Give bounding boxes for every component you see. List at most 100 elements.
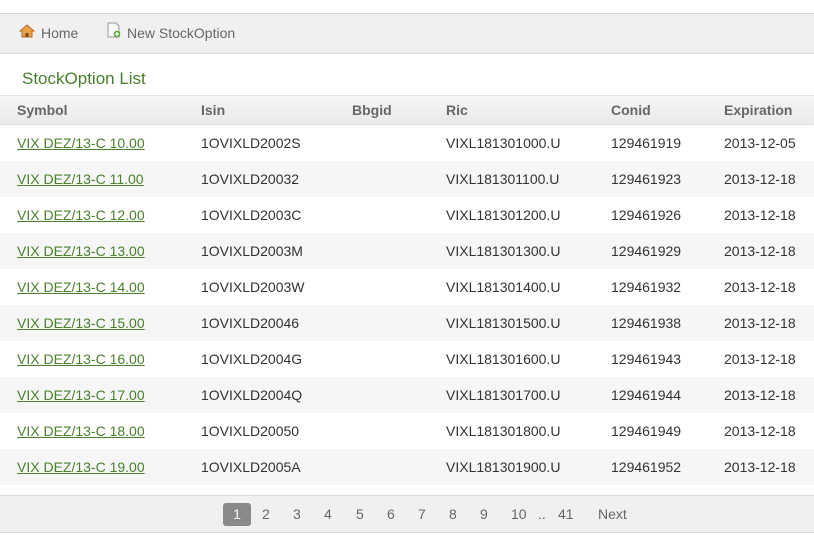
cell-expiration: 2013-12-18 — [724, 449, 814, 485]
cell-isin: 1OVIXLD20032 — [201, 161, 352, 197]
table-row: VIX DEZ/13-C 18.00 1OVIXLD20050 VIXL181301… — [0, 413, 814, 449]
page-link-8[interactable]: 8 — [449, 503, 457, 526]
cell-ric: VIXL181301800.U — [446, 423, 561, 439]
cell-conid: 129461923 — [611, 161, 724, 197]
cell-conid: 129461949 — [611, 423, 682, 439]
new-document-icon — [107, 14, 121, 53]
cell-bbgid — [352, 413, 446, 449]
cell-isin: 1OVIXLD2003C — [201, 207, 302, 223]
page-link-3[interactable]: 3 — [293, 503, 301, 526]
stockoption-table: Symbol Isin Bbgid Ric Conid Expiration V… — [0, 96, 814, 485]
cell-expiration: 2013-12-18 — [724, 207, 796, 223]
cell-expiration: 2013-12-18 — [724, 423, 796, 439]
symbol-link[interactable]: VIX DEZ/13-C 16.00 — [17, 351, 145, 367]
symbol-link[interactable]: VIX DEZ/13-C 13.00 — [17, 243, 145, 259]
column-header-isin[interactable]: Isin — [201, 96, 352, 125]
page-link-7[interactable]: 7 — [418, 503, 426, 526]
cell-isin: 1OVIXLD2005A — [201, 449, 352, 485]
cell-symbol: VIX DEZ/13-C 19.00 — [0, 449, 201, 485]
home-link[interactable]: Home — [18, 14, 78, 53]
pagination-bar: 1 2 3 4 5 6 7 8 9 10 .. 41 Next — [0, 495, 814, 533]
page-link-last[interactable]: 41 — [558, 503, 574, 526]
cell-conid: 129461944 — [611, 377, 724, 413]
cell-ric: VIXL181301700.U — [446, 377, 611, 413]
cell-bbgid — [352, 161, 446, 197]
page-link-4[interactable]: 4 — [324, 503, 332, 526]
cell-symbol: VIX DEZ/13-C 17.00 — [0, 377, 201, 413]
table-header-row: Symbol Isin Bbgid Ric Conid Expiration — [0, 96, 814, 125]
table-row: VIX DEZ/13-C 13.00 1OVIXLD2003M VIXL181301… — [0, 233, 814, 269]
page-link-10[interactable]: 10 — [511, 503, 527, 526]
column-header-conid[interactable]: Conid — [611, 96, 724, 125]
cell-bbgid — [352, 341, 446, 377]
symbol-link[interactable]: VIX DEZ/13-C 12.00 — [17, 207, 145, 223]
cell-isin: 1OVIXLD2004Q — [201, 377, 352, 413]
cell-expiration: 2013-12-18 — [724, 351, 796, 367]
cell-expiration: 2013-12-18 — [724, 377, 814, 413]
page-current: 1 — [223, 503, 251, 526]
cell-expiration: 2013-12-18 — [724, 161, 814, 197]
cell-symbol: VIX DEZ/13-C 13.00 — [0, 233, 201, 269]
table-row: VIX DEZ/13-C 15.00 1OVIXLD20046 VIXL181301… — [0, 305, 814, 341]
new-stockoption-link[interactable]: New StockOption — [107, 14, 235, 53]
symbol-link[interactable]: VIX DEZ/13-C 19.00 — [17, 459, 145, 475]
cell-bbgid — [352, 305, 446, 341]
cell-bbgid — [352, 125, 446, 162]
cell-conid: 129461943 — [611, 351, 682, 367]
cell-isin: 1OVIXLD2002S — [201, 135, 301, 151]
column-header-ric[interactable]: Ric — [446, 96, 611, 125]
cell-expiration: 2013-12-18 — [724, 233, 814, 269]
cell-expiration: 2013-12-18 — [724, 279, 796, 295]
cell-bbgid — [352, 377, 446, 413]
table-row: VIX DEZ/13-C 19.00 1OVIXLD2005A VIXL181301… — [0, 449, 814, 485]
page-link-2[interactable]: 2 — [262, 503, 270, 526]
table-row: VIX DEZ/13-C 14.00 1OVIXLD2003W VIXL181301… — [0, 269, 814, 305]
cell-ric: VIXL181301600.U — [446, 351, 561, 367]
cell-ric: VIXL181301400.U — [446, 279, 561, 295]
table-row: VIX DEZ/13-C 10.00 1OVIXLD2002S VIXL181301… — [0, 125, 814, 162]
cell-bbgid — [352, 269, 446, 305]
page-link-6[interactable]: 6 — [387, 503, 395, 526]
cell-conid: 129461938 — [611, 305, 724, 341]
table-row: VIX DEZ/13-C 16.00 1OVIXLD2004G VIXL181301… — [0, 341, 814, 377]
cell-conid: 129461919 — [611, 135, 682, 151]
cell-isin: 1OVIXLD20050 — [201, 423, 300, 439]
cell-conid: 129461929 — [611, 233, 724, 269]
cell-bbgid — [352, 197, 446, 233]
cell-bbgid — [352, 449, 446, 485]
cell-symbol: VIX DEZ/13-C 16.00 — [0, 341, 201, 377]
cell-expiration: 2013-12-05 — [724, 135, 796, 151]
cell-isin: 1OVIXLD2003M — [201, 233, 352, 269]
home-icon — [18, 14, 36, 53]
symbol-link[interactable]: VIX DEZ/13-C 15.00 — [17, 315, 145, 331]
cell-ric: VIXL181301100.U — [446, 161, 611, 197]
page-link-5[interactable]: 5 — [356, 503, 364, 526]
symbol-link[interactable]: VIX DEZ/13-C 10.00 — [17, 135, 145, 151]
cell-symbol: VIX DEZ/13-C 11.00 — [0, 161, 201, 197]
cell-symbol: VIX DEZ/13-C 18.00 — [0, 413, 201, 449]
cell-expiration: 2013-12-18 — [724, 305, 814, 341]
page-link-9[interactable]: 9 — [480, 503, 488, 526]
cell-conid: 129461952 — [611, 449, 724, 485]
symbol-link[interactable]: VIX DEZ/13-C 17.00 — [17, 387, 145, 403]
symbol-link[interactable]: VIX DEZ/13-C 14.00 — [17, 279, 145, 295]
cell-isin: 1OVIXLD2003W — [201, 279, 305, 295]
cell-ric: VIXL181301900.U — [446, 449, 611, 485]
cell-conid: 129461932 — [611, 279, 682, 295]
cell-symbol: VIX DEZ/13-C 15.00 — [0, 305, 201, 341]
table-row: VIX DEZ/13-C 12.00 1OVIXLD2003C VIXL181301… — [0, 197, 814, 233]
table-row: VIX DEZ/13-C 17.00 1OVIXLD2004Q VIXL181301… — [0, 377, 814, 413]
top-nav-bar: Home New StockOption — [0, 13, 814, 54]
cell-bbgid — [352, 233, 446, 269]
column-header-bbgid[interactable]: Bbgid — [352, 96, 446, 125]
column-header-expiration[interactable]: Expiration — [724, 96, 814, 125]
next-page-link[interactable]: Next — [598, 503, 627, 526]
cell-ric: VIXL181301500.U — [446, 305, 611, 341]
symbol-link[interactable]: VIX DEZ/13-C 18.00 — [17, 423, 145, 439]
cell-ric: VIXL181301000.U — [446, 135, 561, 151]
cell-isin: 1OVIXLD20046 — [201, 305, 352, 341]
cell-ric: VIXL181301200.U — [446, 207, 561, 223]
new-stockoption-label: New StockOption — [127, 25, 236, 41]
column-header-symbol[interactable]: Symbol — [0, 96, 201, 125]
symbol-link[interactable]: VIX DEZ/13-C 11.00 — [17, 171, 144, 187]
